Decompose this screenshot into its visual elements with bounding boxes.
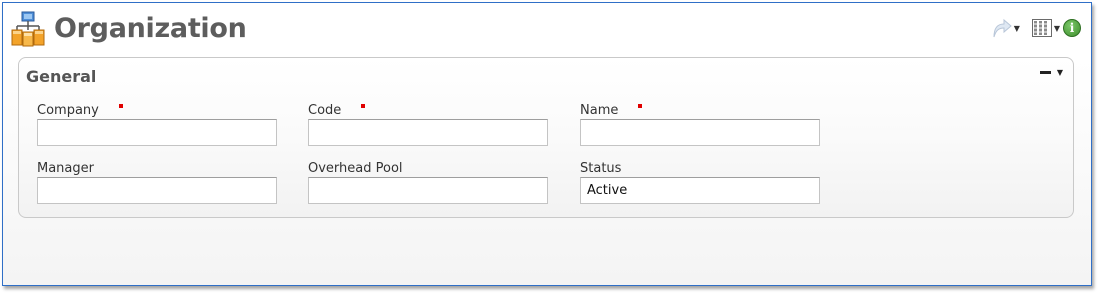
panel-collapse-button[interactable]: ▼ — [1039, 68, 1063, 77]
status-input[interactable] — [580, 177, 820, 204]
code-input[interactable] — [308, 119, 548, 146]
required-marker — [361, 104, 366, 108]
code-field: Code — [308, 103, 548, 146]
required-marker — [638, 104, 643, 108]
columns-menu-button[interactable]: ▼ — [1020, 19, 1060, 37]
code-label: Code — [308, 103, 548, 119]
panel-title: General — [26, 67, 97, 86]
status-field: Status — [580, 161, 820, 204]
general-panel: General ▼ Company Code Name Manager Over… — [18, 57, 1074, 218]
company-label: Company — [37, 103, 277, 119]
status-label: Status — [580, 161, 622, 176]
chevron-down-icon: ▼ — [1053, 23, 1060, 33]
collapse-minus-icon — [1039, 71, 1051, 74]
name-label: Name — [580, 103, 820, 119]
overhead-pool-label: Overhead Pool — [308, 161, 403, 176]
page-title: Organization — [54, 13, 247, 44]
manager-input[interactable] — [37, 177, 277, 204]
name-field: Name — [580, 103, 820, 146]
manager-label: Manager — [37, 161, 94, 176]
info-icon[interactable]: i — [1063, 19, 1081, 37]
overhead-pool-field: Overhead Pool — [308, 161, 548, 204]
organization-window: Organization ▼ ▼ i General ▼ Company Cod… — [2, 2, 1092, 286]
chevron-down-icon: ▼ — [1056, 68, 1063, 77]
organization-chart-icon — [11, 11, 45, 47]
name-input[interactable] — [580, 119, 820, 146]
required-marker — [118, 104, 123, 108]
page-header: Organization ▼ ▼ i — [3, 3, 1091, 55]
header-toolbar: ▼ ▼ i — [990, 17, 1081, 39]
overhead-pool-input[interactable] — [308, 177, 548, 204]
columns-icon — [1031, 19, 1052, 37]
manager-field: Manager — [37, 161, 277, 204]
share-arrow-icon — [993, 18, 1012, 38]
share-menu-button[interactable]: ▼ — [990, 18, 1020, 38]
info-glyph: i — [1069, 21, 1075, 35]
company-input[interactable] — [37, 119, 277, 146]
company-field: Company — [37, 103, 277, 146]
